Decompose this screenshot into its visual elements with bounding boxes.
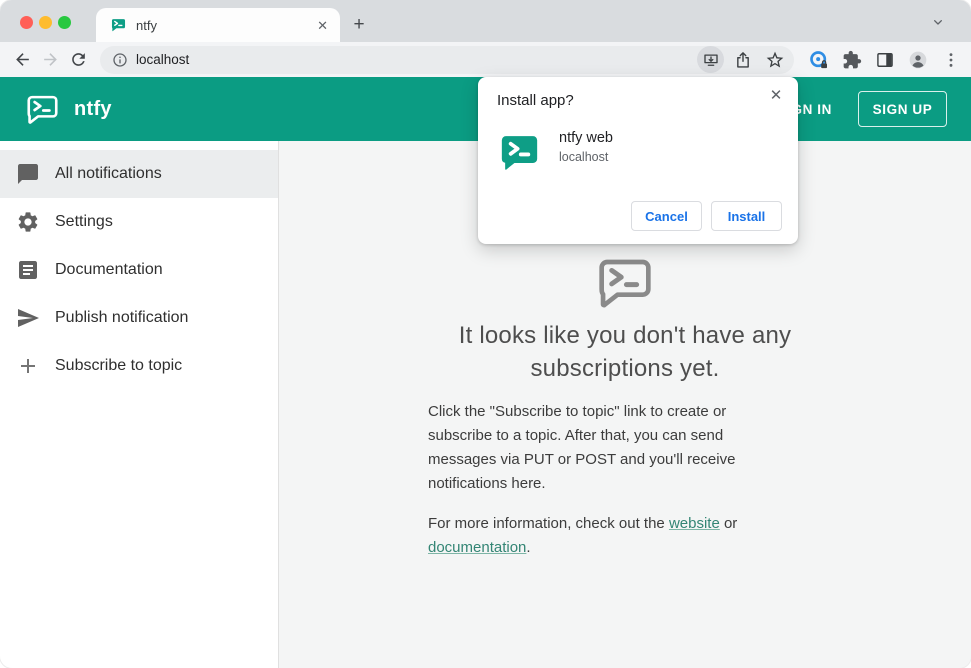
install-button[interactable]: Install bbox=[711, 201, 782, 231]
sidebar-item-settings[interactable]: Settings bbox=[0, 198, 278, 246]
toolbar-extensions-area bbox=[806, 47, 964, 73]
forward-button[interactable] bbox=[36, 46, 64, 74]
sidebar-item-publish-notification[interactable]: Publish notification bbox=[0, 294, 278, 342]
send-icon bbox=[18, 309, 39, 327]
reload-button[interactable] bbox=[64, 46, 92, 74]
more-info-text: For more information, check out the webs… bbox=[428, 512, 778, 560]
ntfy-logo-large-icon bbox=[594, 255, 656, 311]
install-app-icon[interactable] bbox=[697, 46, 724, 73]
sidebar-nav: All notifications Settings Documentation… bbox=[0, 141, 279, 668]
back-button[interactable] bbox=[8, 46, 36, 74]
cancel-button[interactable]: Cancel bbox=[631, 201, 702, 231]
close-window-button[interactable] bbox=[20, 16, 33, 29]
extensions-puzzle-icon[interactable] bbox=[839, 47, 865, 73]
browser-menu-icon[interactable] bbox=[938, 47, 964, 73]
tab-close-icon[interactable]: ✕ bbox=[315, 17, 330, 34]
password-manager-extension-icon[interactable] bbox=[806, 47, 832, 73]
sidebar-item-label: Publish notification bbox=[55, 309, 189, 326]
tab-title: ntfy bbox=[136, 17, 157, 33]
dialog-close-icon[interactable]: ✕ bbox=[764, 83, 788, 107]
plus-icon bbox=[21, 359, 35, 373]
dialog-app-name: ntfy web bbox=[559, 130, 613, 146]
empty-state-heading: It looks like you don't have any subscri… bbox=[458, 322, 792, 382]
sign-up-button[interactable]: SIGN UP bbox=[858, 91, 947, 127]
site-info-icon[interactable] bbox=[112, 52, 128, 68]
ntfy-logo-icon bbox=[24, 93, 61, 126]
sidebar-item-documentation[interactable]: Documentation bbox=[0, 246, 278, 294]
sidebar-item-subscribe-to-topic[interactable]: Subscribe to topic bbox=[0, 342, 278, 390]
dialog-app-origin: localhost bbox=[559, 150, 609, 164]
profile-avatar[interactable] bbox=[905, 47, 931, 73]
app-title: ntfy bbox=[74, 97, 112, 120]
chat-bubble-icon bbox=[18, 164, 38, 184]
sidebar-item-label: Documentation bbox=[55, 261, 163, 278]
bookmark-star-icon[interactable] bbox=[762, 47, 788, 73]
tab-favicon-ntfy-icon bbox=[110, 17, 127, 33]
browser-window: ntfy ✕ + localhost ntfy SIGN IN SIGN UP … bbox=[0, 0, 971, 668]
browser-toolbar: localhost bbox=[0, 42, 971, 77]
new-tab-button[interactable]: + bbox=[346, 12, 372, 38]
more-info-mid: or bbox=[719, 515, 738, 532]
article-icon bbox=[19, 261, 37, 279]
browser-tab-ntfy[interactable]: ntfy ✕ bbox=[96, 8, 340, 42]
more-info-suffix: . bbox=[526, 539, 531, 556]
sidebar-item-label: Subscribe to topic bbox=[55, 357, 183, 374]
dialog-title: Install app? bbox=[497, 92, 574, 109]
gear-icon bbox=[18, 212, 38, 232]
sidebar-item-all-notifications[interactable]: All notifications bbox=[0, 150, 278, 198]
ntfy-app-icon bbox=[499, 133, 540, 174]
address-bar[interactable]: localhost bbox=[100, 45, 794, 74]
minimize-window-button[interactable] bbox=[39, 16, 52, 29]
install-app-dialog: Install app? ✕ ntfy web localhost Cancel… bbox=[478, 77, 798, 244]
chevron-down-icon[interactable] bbox=[927, 11, 949, 33]
fullscreen-window-button[interactable] bbox=[58, 16, 71, 29]
sidebar-item-label: Settings bbox=[55, 213, 113, 230]
url-text: localhost bbox=[136, 52, 190, 67]
documentation-link[interactable]: documentation bbox=[428, 539, 526, 556]
share-icon[interactable] bbox=[730, 47, 756, 73]
tab-strip: ntfy ✕ + bbox=[0, 0, 971, 42]
more-info-prefix: For more information, check out the bbox=[428, 515, 669, 532]
side-panel-icon[interactable] bbox=[872, 47, 898, 73]
website-link[interactable]: website bbox=[669, 515, 720, 532]
empty-state-description: Click the "Subscribe to topic" link to c… bbox=[428, 403, 736, 492]
sidebar-item-label: All notifications bbox=[55, 165, 162, 182]
